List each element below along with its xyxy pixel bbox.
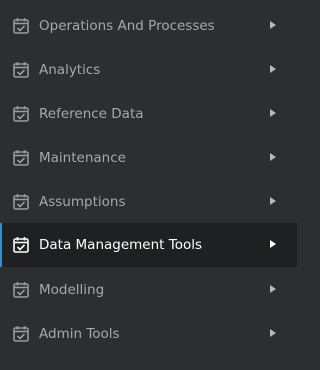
sidebar-item-admin-tools[interactable]: Admin Tools — [0, 312, 297, 356]
calendar-check-icon — [13, 18, 29, 34]
sidebar-item-label: Data Management Tools — [39, 237, 203, 253]
sidebar-item-label: Analytics — [39, 62, 101, 78]
calendar-check-icon — [13, 282, 29, 298]
sidebar-item-label: Operations And Processes — [39, 18, 215, 34]
chevron-right-icon — [270, 21, 276, 29]
sidebar-menu: Operations And Processes Analytics Refer… — [0, 0, 315, 370]
chevron-right-icon — [270, 153, 276, 161]
sidebar-item-operations-and-processes[interactable]: Operations And Processes — [0, 4, 297, 48]
calendar-check-icon — [13, 106, 29, 122]
calendar-check-icon — [13, 237, 29, 253]
sidebar-item-assumptions[interactable]: Assumptions — [0, 180, 297, 224]
sidebar-item-reference-data[interactable]: Reference Data — [0, 92, 297, 136]
chevron-right-icon — [270, 240, 276, 248]
chevron-right-icon — [270, 329, 276, 337]
sidebar-item-label: Assumptions — [39, 194, 126, 210]
sidebar-item-modelling[interactable]: Modelling — [0, 268, 297, 312]
sidebar-item-maintenance[interactable]: Maintenance — [0, 136, 297, 180]
sidebar-item-analytics[interactable]: Analytics — [0, 48, 297, 92]
sidebar-item-label: Modelling — [39, 282, 105, 298]
sidebar-item-label: Maintenance — [39, 150, 126, 166]
sidebar-item-label: Reference Data — [39, 106, 144, 122]
calendar-check-icon — [13, 326, 29, 342]
calendar-check-icon — [13, 194, 29, 210]
chevron-right-icon — [270, 109, 276, 117]
calendar-check-icon — [13, 150, 29, 166]
sidebar-item-label: Admin Tools — [39, 326, 120, 342]
chevron-right-icon — [270, 285, 276, 293]
calendar-check-icon — [13, 62, 29, 78]
sidebar-item-data-management-tools[interactable]: Data Management Tools — [0, 223, 297, 267]
chevron-right-icon — [270, 65, 276, 73]
chevron-right-icon — [270, 197, 276, 205]
